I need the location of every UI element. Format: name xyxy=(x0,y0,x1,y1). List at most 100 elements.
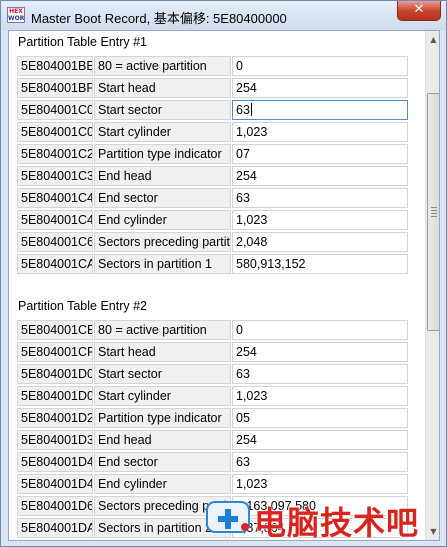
template-row: 5E804001D3 End head 254 xyxy=(17,429,417,451)
field-value-input[interactable]: 0 xyxy=(232,320,408,340)
field-value-input[interactable]: 07 xyxy=(232,144,408,164)
field-name-cell: 80 = active partition xyxy=(94,320,231,340)
thumb-grip-line xyxy=(431,216,437,217)
field-value-text: 2,048 xyxy=(236,235,268,249)
offset-cell: 5E804001C3 xyxy=(17,166,93,186)
field-value-text: 1,023 xyxy=(236,477,268,491)
field-value-input[interactable]: 63 xyxy=(232,100,408,120)
section-title: Partition Table Entry #1 xyxy=(18,35,148,49)
offset-cell: 5E804001CA xyxy=(17,254,93,274)
field-value-input[interactable]: 0 xyxy=(232,56,408,76)
app-icon-text-top: HEX xyxy=(9,8,23,15)
offset-cell: 5E804001D2 xyxy=(17,408,93,428)
template-row: 5E804001D4 End sector 63 xyxy=(17,451,417,473)
template-row: 5E804001C4 End sector 63 xyxy=(17,187,417,209)
template-row: 5E804001D2 Partition type indicator 05 xyxy=(17,407,417,429)
thumb-grip-line xyxy=(431,213,437,214)
template-row: 5E804001D0 Start cylinder 1,023 xyxy=(17,385,417,407)
field-value-text: 254 xyxy=(236,345,257,359)
field-name-cell: End sector xyxy=(94,452,231,472)
field-value-text: 1,163,097,580 xyxy=(236,499,316,513)
field-value-text: 254 xyxy=(236,433,257,447)
field-value-input[interactable]: 9,87,864 xyxy=(232,518,408,538)
offset-cell: 5E804001C4 xyxy=(17,210,93,230)
thumb-grip-line xyxy=(431,210,437,211)
vertical-scrollbar[interactable]: ▲ ▼ xyxy=(425,31,439,540)
template-row: 5E804001BE 80 = active partition 0 xyxy=(17,55,417,77)
template-row: 5E804001C4 End cylinder 1,023 xyxy=(17,209,417,231)
template-row: 5E804001C6Sectors preceding partition 1 2… xyxy=(17,231,417,253)
field-value-input[interactable]: 1,023 xyxy=(232,210,408,230)
field-value-text: 1,023 xyxy=(236,125,268,139)
field-value-input[interactable]: 05 xyxy=(232,408,408,428)
template-client-area: Partition Table Entry #1 5E804001BE 80 = a… xyxy=(8,30,440,541)
template-row: 5E804001BF Start head 254 xyxy=(17,77,417,99)
field-value-text: 63 xyxy=(236,455,250,469)
offset-cell: 5E804001CE xyxy=(17,320,93,340)
field-name-cell: Start cylinder xyxy=(94,386,231,406)
scrollbar-thumb[interactable] xyxy=(427,93,439,331)
field-value-input[interactable]: 580,913,152 xyxy=(232,254,408,274)
section-title: Partition Table Entry #2 xyxy=(18,299,148,313)
text-caret xyxy=(250,103,252,116)
field-value-text: 05 xyxy=(236,411,250,425)
field-value-input[interactable]: 63 xyxy=(232,188,408,208)
template-row: 5E804001CE 80 = active partition 0 xyxy=(17,319,417,341)
field-name-cell: Partition type indicator xyxy=(94,408,231,428)
offset-cell: 5E804001D4 xyxy=(17,474,93,494)
template-row: 5E804001DA Sectors in partition 2 9,87,864 xyxy=(17,517,417,539)
offset-cell: 5E804001C2 xyxy=(17,144,93,164)
offset-cell: 5E804001D0 xyxy=(17,386,93,406)
field-value-text: 1,023 xyxy=(236,389,268,403)
field-name-cell: End cylinder xyxy=(94,474,231,494)
field-value-text: 254 xyxy=(236,81,257,95)
field-value-input[interactable]: 63 xyxy=(232,364,408,384)
field-value-input[interactable]: 254 xyxy=(232,430,408,450)
template-row: 5E804001CA Sectors in partition 1 580,913,… xyxy=(17,253,417,275)
template-row: 5E804001CF Start head 254 xyxy=(17,341,417,363)
field-value-text: 0 xyxy=(236,59,243,73)
hex-editor-app-icon[interactable]: HEX WORKS xyxy=(7,7,25,23)
field-value-input[interactable]: 254 xyxy=(232,78,408,98)
field-value-input[interactable]: 1,163,097,580 xyxy=(232,496,408,516)
field-name-cell: Start cylinder xyxy=(94,122,231,142)
offset-cell: 5E804001BE xyxy=(17,56,93,76)
template-row: 5E804001C2 Partition type indicator 07 xyxy=(17,143,417,165)
field-name-cell: Start head xyxy=(94,342,231,362)
thumb-grip-line xyxy=(431,207,437,208)
scroll-up-arrow-icon[interactable]: ▲ xyxy=(426,31,439,48)
field-value-text: 0 xyxy=(236,323,243,337)
field-value-input[interactable]: 63 xyxy=(232,452,408,472)
offset-cell: 5E804001C0 xyxy=(17,122,93,142)
field-value-input[interactable]: 254 xyxy=(232,166,408,186)
offset-cell: 5E804001D0 xyxy=(17,364,93,384)
title-bar[interactable]: HEX WORKS Master Boot Record, 基本偏移: 5E80… xyxy=(1,1,446,30)
field-value-input[interactable]: 2,048 xyxy=(232,232,408,252)
field-value-input[interactable]: 1,023 xyxy=(232,122,408,142)
field-value-text: 63 xyxy=(236,367,250,381)
template-row: 5E804001D4 End cylinder 1,023 xyxy=(17,473,417,495)
field-value-text: 63 xyxy=(236,191,250,205)
offset-cell: 5E804001C0 xyxy=(17,100,93,120)
field-value-input[interactable]: 1,023 xyxy=(232,386,408,406)
field-name-cell: Sectors preceding partition 2 xyxy=(94,496,231,516)
mbr-template-window: HEX WORKS Master Boot Record, 基本偏移: 5E80… xyxy=(0,0,447,547)
field-value-input[interactable]: 1,023 xyxy=(232,474,408,494)
template-row: 5E804001C3 End head 254 xyxy=(17,165,417,187)
offset-cell: 5E804001C6 xyxy=(17,232,93,252)
field-name-cell: 80 = active partition xyxy=(94,56,231,76)
field-value-input[interactable]: 254 xyxy=(232,342,408,362)
field-value-text: 254 xyxy=(236,169,257,183)
scroll-down-arrow-icon[interactable]: ▼ xyxy=(426,523,439,540)
template-content: Partition Table Entry #1 5E804001BE 80 = a… xyxy=(9,31,425,540)
field-value-text: 9,87,864 xyxy=(236,521,285,535)
close-button[interactable]: ✕ xyxy=(397,1,441,21)
field-value-text: 580,913,152 xyxy=(236,257,306,271)
field-name-cell: End head xyxy=(94,430,231,450)
field-name-cell: Partition type indicator xyxy=(94,144,231,164)
field-value-text: 07 xyxy=(236,147,250,161)
offset-cell: 5E804001D3 xyxy=(17,430,93,450)
window-title: Master Boot Record, 基本偏移: 5E80400000 xyxy=(31,11,287,26)
field-name-cell: End head xyxy=(94,166,231,186)
field-name-cell: Sectors in partition 2 xyxy=(94,518,231,538)
